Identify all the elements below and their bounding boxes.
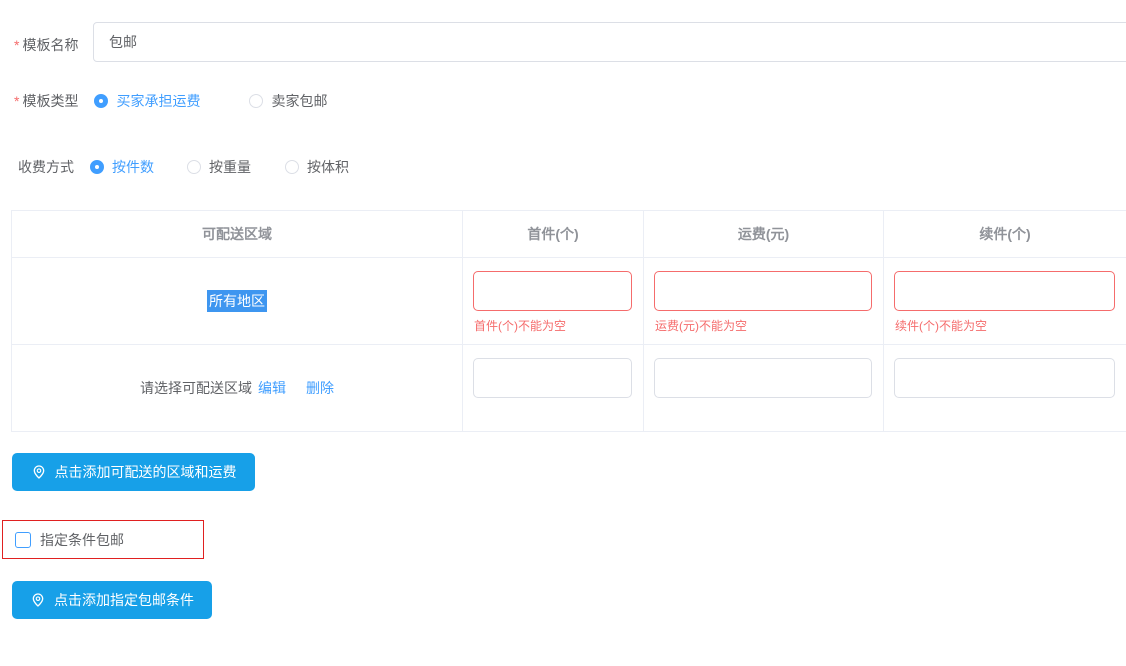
table-header-freight: 运费(元) bbox=[644, 211, 884, 258]
conditional-free-shipping-label: 指定条件包邮 bbox=[40, 530, 124, 550]
radio-by-weight[interactable]: 按重量 bbox=[187, 157, 251, 177]
table-cell-additional-item: 续件(个)不能为空 bbox=[884, 258, 1126, 345]
freight-template-form: *模板名称 *模板类型 买家承担运费 卖家包邮 收费方式 按件数 按重量 按体积 bbox=[0, 0, 1126, 666]
freight-input[interactable] bbox=[654, 271, 872, 311]
template-name-label: *模板名称 bbox=[14, 35, 78, 55]
template-type-row: *模板类型 买家承担运费 卖家包邮 bbox=[14, 91, 327, 111]
radio-buyer-pays-shipping[interactable]: 买家承担运费 bbox=[94, 91, 200, 111]
table-header-additional-item: 续件(个) bbox=[884, 211, 1126, 258]
charge-method-row: 收费方式 按件数 按重量 按体积 bbox=[18, 157, 349, 177]
conditional-free-shipping-box: 指定条件包邮 bbox=[2, 520, 204, 559]
radio-by-volume[interactable]: 按体积 bbox=[285, 157, 349, 177]
first-item-input[interactable] bbox=[473, 271, 632, 311]
charge-method-label: 收费方式 bbox=[18, 157, 74, 177]
delete-region-link[interactable]: 删除 bbox=[306, 378, 334, 398]
location-pin-icon bbox=[31, 464, 47, 480]
conditional-free-shipping-checkbox[interactable] bbox=[15, 532, 31, 548]
add-free-shipping-condition-button-label: 点击添加指定包邮条件 bbox=[54, 590, 194, 610]
location-pin-icon bbox=[30, 592, 46, 608]
required-asterisk: * bbox=[14, 93, 19, 109]
radio-by-piece[interactable]: 按件数 bbox=[90, 157, 154, 177]
select-region-text: 请选择可配送区域 bbox=[140, 378, 252, 398]
template-name-label-text: 模板名称 bbox=[22, 37, 78, 53]
additional-item-input[interactable] bbox=[894, 271, 1115, 311]
table-cell-additional-item bbox=[884, 345, 1126, 432]
radio-unselected-icon[interactable] bbox=[249, 94, 263, 108]
area-cell-all-regions: 所有地区 bbox=[12, 258, 463, 345]
freight-error-message: 运费(元)不能为空 bbox=[654, 317, 872, 334]
all-regions-selected-text: 所有地区 bbox=[207, 290, 267, 312]
radio-unselected-icon[interactable] bbox=[285, 160, 299, 174]
radio-seller-free-label: 卖家包邮 bbox=[271, 91, 327, 111]
radio-unselected-icon[interactable] bbox=[187, 160, 201, 174]
radio-seller-free-shipping[interactable]: 卖家包邮 bbox=[249, 91, 327, 111]
table-cell-first-item bbox=[463, 345, 644, 432]
additional-item-error-message: 续件(个)不能为空 bbox=[894, 317, 1115, 334]
additional-item-input[interactable] bbox=[894, 358, 1115, 398]
edit-region-link[interactable]: 编辑 bbox=[258, 378, 286, 398]
table-cell-freight: 运费(元)不能为空 bbox=[644, 258, 884, 345]
radio-by-volume-label: 按体积 bbox=[307, 157, 349, 177]
required-asterisk: * bbox=[14, 37, 19, 53]
radio-by-piece-label: 按件数 bbox=[112, 157, 154, 177]
shipping-rates-table: 可配送区域 首件(个) 运费(元) 续件(个) 所有地区 首件(个)不能为空 运… bbox=[11, 210, 1126, 432]
table-cell-freight bbox=[644, 345, 884, 432]
first-item-error-message: 首件(个)不能为空 bbox=[473, 317, 632, 334]
table-header-first-item: 首件(个) bbox=[463, 211, 644, 258]
template-type-label: *模板类型 bbox=[14, 91, 78, 111]
radio-selected-icon[interactable] bbox=[94, 94, 108, 108]
area-cell-select-region: 请选择可配送区域 编辑 删除 bbox=[12, 345, 463, 432]
freight-input[interactable] bbox=[654, 358, 872, 398]
template-name-input[interactable] bbox=[93, 22, 1126, 62]
add-delivery-area-button[interactable]: 点击添加可配送的区域和运费 bbox=[12, 453, 255, 491]
table-cell-first-item: 首件(个)不能为空 bbox=[463, 258, 644, 345]
add-delivery-area-button-label: 点击添加可配送的区域和运费 bbox=[55, 462, 237, 482]
first-item-input[interactable] bbox=[473, 358, 632, 398]
table-header-area: 可配送区域 bbox=[12, 211, 463, 258]
radio-buyer-pays-label: 买家承担运费 bbox=[116, 91, 200, 111]
radio-selected-icon[interactable] bbox=[90, 160, 104, 174]
add-free-shipping-condition-button[interactable]: 点击添加指定包邮条件 bbox=[12, 581, 212, 619]
radio-by-weight-label: 按重量 bbox=[209, 157, 251, 177]
